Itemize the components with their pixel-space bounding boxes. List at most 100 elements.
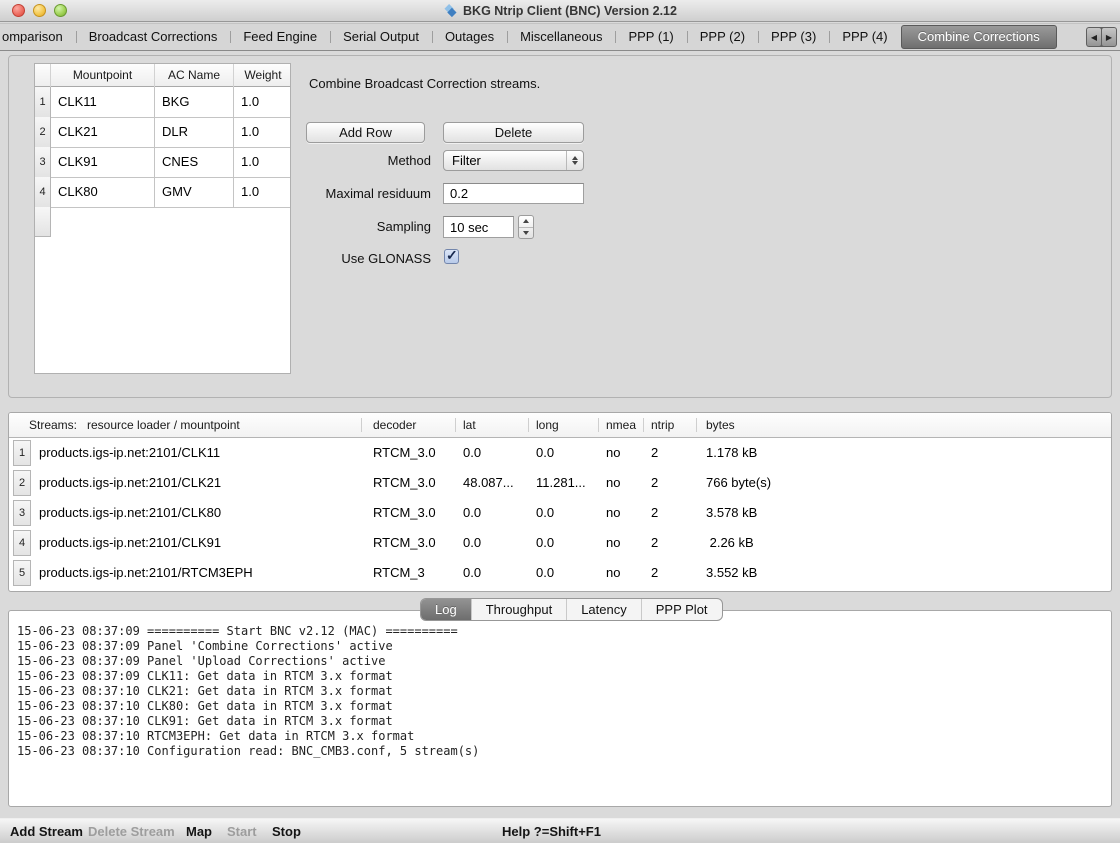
ntrip-cell: 2 [651,438,658,468]
row-number-cell[interactable]: 2 [13,470,31,496]
ntrip-cell: 2 [651,558,658,588]
residuum-label: Maximal residuum [259,186,431,201]
col-header-nmea[interactable]: nmea [606,413,636,438]
table-row: 2products.igs-ip.net:2101/CLK21RTCM_3.04… [9,468,1111,498]
log-text: 15-06-23 08:37:09 ========== Start BNC v… [17,624,1111,759]
col-header-mountpoint[interactable]: Mountpoint [51,64,155,87]
mountpoint-cell[interactable]: CLK91 [51,147,155,178]
long-cell: 0.0 [536,528,554,558]
row-number-cell [35,207,51,237]
name-cell: products.igs-ip.net:2101/CLK91 [39,528,221,558]
tab-scroll-right-icon[interactable]: ▶ [1102,28,1116,46]
row-number-cell[interactable]: 3 [13,500,31,526]
status-bar: Add StreamDelete StreamMapStartStop Help… [0,818,1120,843]
tab-feed-engine[interactable]: Feed Engine [230,25,330,49]
table-row: 4 products.igs-ip.net:2101/CLK91 RTCM_3.0 0… [9,528,1111,558]
tab-latency[interactable]: Latency [566,599,641,620]
action-stop[interactable]: Stop [272,819,301,843]
mountpoint-cell[interactable]: CLK21 [51,117,155,148]
decoder-cell: RTCM_3.0 [373,468,436,498]
streams-table: Streams: resource loader / mountpoint de… [8,412,1112,592]
tab-serial-output[interactable]: Serial Output [330,25,432,49]
col-header-lat[interactable]: lat [463,413,476,438]
lat-cell: 0.0 [463,528,481,558]
decoder-cell: RTCM_3 [373,558,425,588]
ac-name-cell[interactable]: DLR [155,117,234,148]
nmea-cell: no [606,558,620,588]
long-cell: 0.0 [536,498,554,528]
log-output[interactable]: 15-06-23 08:37:09 ========== Start BNC v… [8,610,1112,807]
residuum-input[interactable] [443,183,584,204]
weight-cell[interactable]: 1.0 [234,87,291,118]
ac-name-cell[interactable]: CNES [155,147,234,178]
tab-combine-corrections[interactable]: Combine Corrections [901,25,1057,49]
bytes-cell: 3.552 kB [706,558,757,588]
chevron-up-down-icon [566,151,583,170]
method-label: Method [259,153,431,168]
row-number-cell[interactable]: 1 [13,440,31,466]
add-row-button[interactable]: Add Row [306,122,425,143]
sampling-input[interactable] [443,216,514,238]
name-cell: products.igs-ip.net:2101/CLK80 [39,498,221,528]
tab-miscellaneous[interactable]: Miscellaneous [507,25,615,49]
decoder-cell: RTCM_3.0 [373,528,436,558]
weight-cell[interactable]: 1.0 [234,117,291,148]
mountpoint-table: Mountpoint AC Name Weight 1CLK11BKG1.02C… [34,63,291,374]
tab-broadcast-corrections[interactable]: Broadcast Corrections [76,25,231,49]
ntrip-cell: 2 [651,468,658,498]
row-number-cell[interactable]: 1 [35,87,51,118]
method-value: Filter [452,153,481,168]
nmea-cell: no [606,468,620,498]
lat-cell: 0.0 [463,558,481,588]
decoder-cell: RTCM_3.0 [373,438,436,468]
tab-omparison[interactable]: omparison [0,25,76,49]
ntrip-cell: 2 [651,498,658,528]
bytes-cell: 3.578 kB [706,498,757,528]
row-number-cell[interactable]: 4 [35,177,51,208]
app-icon [443,4,458,19]
table-row: 3CLK91CNES1.0 [35,147,290,177]
glonass-checkbox[interactable] [444,249,459,264]
tab-ppp-2[interactable]: PPP (2) [687,25,758,49]
panel-description: Combine Broadcast Correction streams. [309,76,540,91]
col-header-bytes[interactable]: bytes [706,413,735,438]
col-header-decoder[interactable]: decoder [373,413,416,438]
row-number-cell[interactable]: 2 [35,117,51,148]
tab-throughput[interactable]: Throughput [471,599,567,620]
action-add-stream[interactable]: Add Stream [10,819,83,843]
table-row: 4CLK80GMV1.0 [35,177,290,207]
row-number-cell[interactable]: 4 [13,530,31,556]
mountpoint-cell[interactable]: CLK11 [51,87,155,118]
tab-ppp-4[interactable]: PPP (4) [829,25,900,49]
ac-name-cell[interactable]: GMV [155,177,234,208]
tab-ppp-1[interactable]: PPP (1) [615,25,686,49]
tab-outages[interactable]: Outages [432,25,507,49]
tab-ppp-3[interactable]: PPP (3) [758,25,829,49]
col-header-streams[interactable]: Streams: resource loader / mountpoint [29,413,240,438]
row-number-cell[interactable]: 3 [35,147,51,178]
col-header-ac-name[interactable]: AC Name [155,64,234,87]
column-divider [528,418,529,432]
tab-log[interactable]: Log [421,599,471,620]
ac-name-cell[interactable]: BKG [155,87,234,118]
tab-scroll-left-icon[interactable]: ◀ [1087,28,1101,46]
col-header-long[interactable]: long [536,413,559,438]
sampling-label: Sampling [259,219,431,234]
method-dropdown[interactable]: Filter [443,150,584,171]
table-row: 1CLK11BKG1.0 [35,87,290,117]
row-number-cell[interactable]: 5 [13,560,31,586]
sampling-decrement-button[interactable] [519,228,533,239]
mountpoint-cell[interactable]: CLK80 [51,177,155,208]
table-row: 5products.igs-ip.net:2101/RTCM3EPHRTCM_3… [9,558,1111,588]
window-title: BKG Ntrip Client (BNC) Version 2.12 [463,4,677,18]
table-row: 1products.igs-ip.net:2101/CLK11RTCM_3.00… [9,438,1111,468]
col-header-ntrip[interactable]: ntrip [651,413,674,438]
nmea-cell: no [606,438,620,468]
delete-button[interactable]: Delete [443,122,584,143]
sampling-increment-button[interactable] [519,216,533,228]
action-map[interactable]: Map [186,819,212,843]
name-cell: products.igs-ip.net:2101/CLK11 [39,438,220,468]
tab-ppp-plot[interactable]: PPP Plot [641,599,722,620]
col-header-weight[interactable]: Weight [234,64,291,87]
bnc-window: BKG Ntrip Client (BNC) Version 2.12 ompa… [0,0,1120,843]
